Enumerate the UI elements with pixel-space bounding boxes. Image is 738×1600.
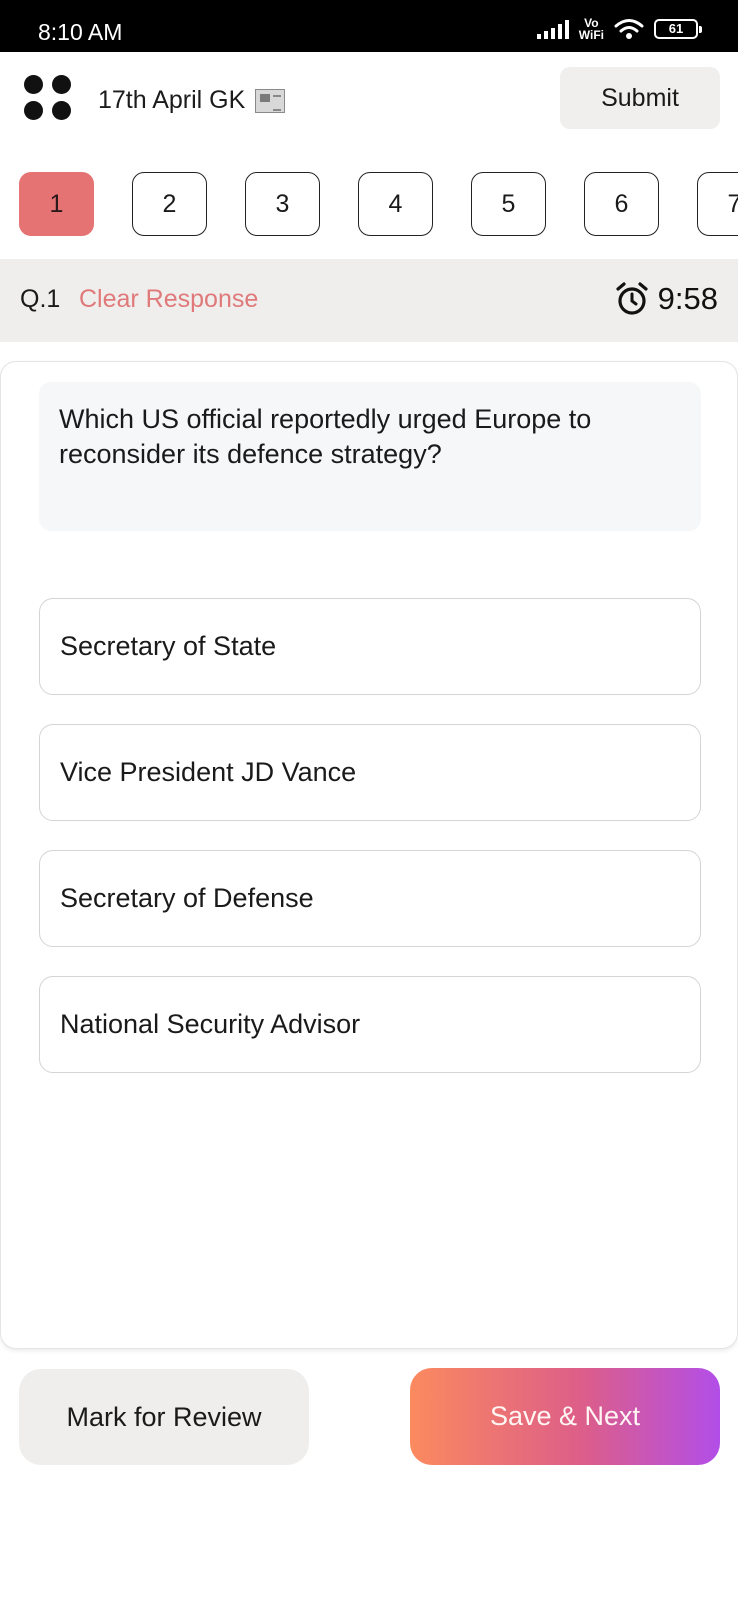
app-header: 17th April GK Submit	[0, 52, 738, 152]
four-dots-icon[interactable]	[24, 75, 74, 121]
question-number-6[interactable]: 6	[584, 172, 659, 236]
vowifi-indicator: Vo WiFi	[579, 17, 604, 41]
timer-value: 9:58	[657, 281, 718, 316]
option-1[interactable]: Secretary of State	[39, 598, 701, 695]
newspaper-icon	[255, 88, 286, 113]
option-4[interactable]: National Security Advisor	[39, 976, 701, 1073]
alarm-clock-icon	[616, 282, 648, 315]
submit-button[interactable]: Submit	[560, 67, 720, 129]
question-number-3[interactable]: 3	[245, 172, 320, 236]
question-card: Which US official reportedly urged Europ…	[0, 361, 738, 1349]
question-number-1[interactable]: 1	[19, 172, 94, 236]
option-3[interactable]: Secretary of Defense	[39, 850, 701, 947]
wifi-icon	[614, 19, 644, 39]
vowifi-label-bottom: WiFi	[578, 28, 604, 42]
battery-icon: 61	[654, 19, 702, 39]
status-bar: 8:10 AM Vo WiFi 61	[0, 0, 738, 52]
status-icons: Vo WiFi 61	[536, 16, 702, 42]
status-time: 8:10 AM	[38, 19, 123, 45]
question-number-4[interactable]: 4	[358, 172, 433, 236]
question-number-5[interactable]: 5	[471, 172, 546, 236]
clear-response-link[interactable]: Clear Response	[79, 285, 258, 314]
question-number-7[interactable]: 7	[697, 172, 738, 236]
question-text: Which US official reportedly urged Europ…	[39, 382, 701, 531]
question-label: Q.1	[20, 285, 61, 313]
quiz-title-text: 17th April GK	[98, 86, 246, 114]
option-2[interactable]: Vice President JD Vance	[39, 724, 701, 821]
question-info-bar: Q.1 Clear Response 9:58	[0, 259, 738, 342]
signal-icon	[536, 19, 569, 39]
question-number-2[interactable]: 2	[132, 172, 207, 236]
quiz-screen: 8:10 AM Vo WiFi 61 17th April GK Submit …	[0, 0, 738, 1600]
question-number-strip[interactable]: 1 2 3 4 5 6 7	[0, 172, 738, 238]
save-and-next-button[interactable]: Save & Next	[410, 1368, 720, 1465]
timer: 9:58	[614, 281, 718, 317]
mark-for-review-button[interactable]: Mark for Review	[19, 1369, 309, 1465]
quiz-title: 17th April GK	[98, 86, 286, 115]
